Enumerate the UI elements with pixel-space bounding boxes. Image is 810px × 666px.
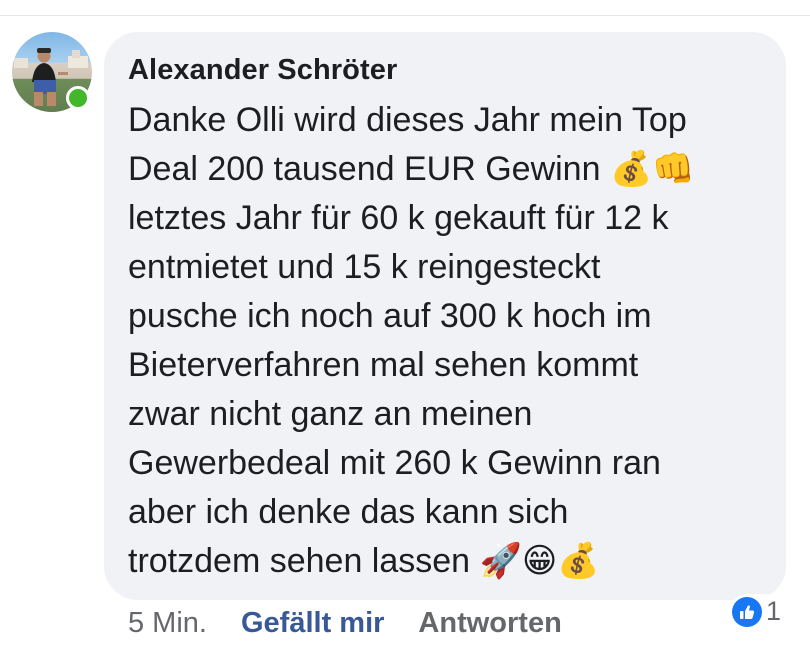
comment-author[interactable]: Alexander Schröter	[128, 52, 762, 88]
comment-bubble: Alexander Schröter Danke Olli wird diese…	[104, 32, 786, 600]
comment-actions: 5 Min. Gefällt mir Antworten	[128, 603, 562, 643]
comment-timestamp[interactable]: 5 Min.	[128, 603, 207, 643]
top-divider	[0, 15, 810, 16]
reaction-summary[interactable]: 1	[730, 594, 786, 629]
comment-text: Danke Olli wird dieses Jahr mein Top Dea…	[128, 101, 695, 580]
online-status-indicator	[66, 86, 90, 110]
reply-button[interactable]: Antworten	[418, 603, 561, 643]
thumbs-up-icon	[732, 596, 762, 627]
like-button[interactable]: Gefällt mir	[241, 603, 384, 643]
avatar-container[interactable]	[12, 32, 92, 112]
reaction-count: 1	[766, 596, 782, 626]
